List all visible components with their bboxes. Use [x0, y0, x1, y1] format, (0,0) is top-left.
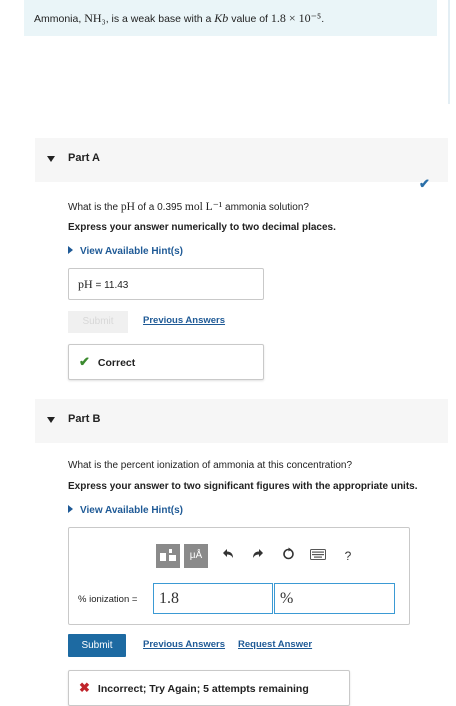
feedback-text: Incorrect; Try Again; 5 attempts remaini… [97, 683, 309, 695]
intro-kb-symbol: Kb [214, 11, 229, 25]
part-b-question: What is the percent ionization of ammoni… [68, 460, 353, 471]
part-b-title: Part B [68, 413, 101, 425]
answer-value: 11.43 [104, 280, 129, 291]
intro-formula: NH₃ [84, 11, 106, 25]
part-b-feedback: ✖ Incorrect; Try Again; 5 attempts remain… [68, 670, 350, 706]
part-b-previous-answers-link[interactable]: Previous Answers [143, 639, 225, 650]
intro-text-value-pre: value of [228, 13, 271, 25]
feedback-text: Correct [97, 357, 136, 369]
units-button[interactable]: μÅ [184, 544, 208, 568]
undo-icon[interactable] [216, 544, 240, 568]
part-a-feedback: ✔ Correct [68, 344, 264, 380]
expand-triangle-icon [68, 246, 73, 254]
collapse-caret-icon[interactable] [47, 417, 55, 423]
field-label: % ionization = [78, 594, 138, 605]
math-toolbar: μÅ ? [156, 543, 360, 569]
request-answer-link[interactable]: Request Answer [238, 639, 312, 650]
part-a-previous-answers-link[interactable]: Previous Answers [143, 315, 225, 326]
x-icon: ✖ [79, 680, 90, 695]
intro-text-middle: , is a weak base with a [105, 13, 215, 25]
part-b-submit-button[interactable]: Submit [68, 634, 126, 657]
problem-intro: Ammonia, NH₃, is a weak base with a Kb v… [24, 0, 437, 36]
collapse-caret-icon[interactable] [47, 156, 55, 162]
redo-icon[interactable] [246, 544, 270, 568]
intro-text-end: . [321, 13, 325, 25]
part-b-header[interactable]: Part B [35, 399, 448, 443]
part-a-complete-check-icon: ✔ [419, 176, 430, 191]
hint-label: View Available Hint(s) [80, 246, 183, 257]
question-ph: pH [120, 201, 135, 213]
question-text: What is the [68, 202, 121, 213]
part-a-title: Part A [68, 152, 100, 164]
help-button[interactable]: ? [336, 544, 360, 568]
part-b-hint-toggle[interactable]: View Available Hint(s) [68, 505, 183, 516]
part-a-instruction: Express your answer numerically to two d… [68, 222, 336, 233]
check-icon: ✔ [79, 354, 90, 369]
units-input[interactable]: % [274, 583, 395, 614]
question-text-mid: of a 0.395 [134, 202, 185, 213]
part-a-hint-toggle[interactable]: View Available Hint(s) [68, 246, 183, 257]
reset-icon[interactable] [276, 544, 300, 568]
part-b-instruction: Express your answer to two significant f… [68, 481, 418, 492]
part-b-answer-editor: μÅ ? % ionization = 1.8 % [68, 527, 410, 625]
part-a-submit-button[interactable]: Submit [68, 311, 128, 333]
value-input[interactable]: 1.8 [153, 583, 273, 614]
keyboard-icon[interactable] [306, 544, 330, 568]
expand-triangle-icon [68, 505, 73, 513]
answer-equals: = [92, 280, 105, 291]
part-a-question: What is the pH of a 0.395 mol L⁻¹ ammoni… [68, 199, 309, 213]
templates-icon[interactable] [156, 544, 180, 568]
intro-kb-value: 1.8 × 10⁻⁵ [270, 11, 322, 25]
part-a-answer-display: pH = 11.43 [68, 268, 264, 300]
hint-label: View Available Hint(s) [80, 505, 183, 516]
part-a-header[interactable]: Part A [35, 138, 448, 182]
intro-text-before: Ammonia, [34, 13, 85, 25]
answer-label-ph: pH [78, 277, 93, 291]
question-unit: mol L⁻¹ [184, 201, 223, 213]
question-text-post: ammonia solution? [222, 202, 309, 213]
divider-line [448, 0, 450, 104]
